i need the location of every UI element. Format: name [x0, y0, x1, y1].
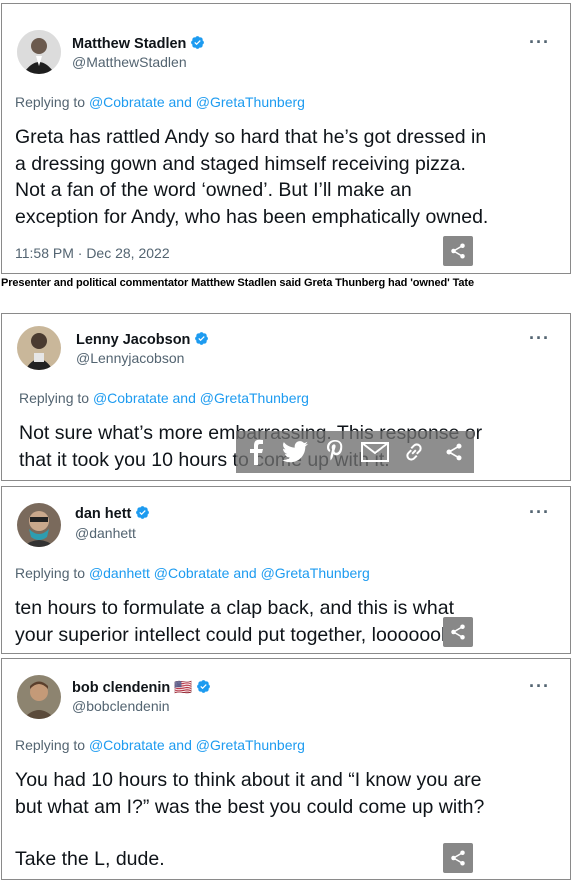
display-name[interactable]: Matthew Stadlen: [72, 35, 205, 52]
verified-badge-icon: [190, 35, 205, 50]
verified-badge-icon: [135, 505, 150, 520]
more-options-icon[interactable]: ···: [529, 32, 550, 53]
share-icon: [449, 242, 467, 260]
reply-context: Replying to @danhett @Cobratate and @Gre…: [15, 565, 370, 581]
reply-context: Replying to @Cobratate and @GretaThunber…: [15, 737, 305, 753]
share-button[interactable]: [443, 843, 473, 873]
share-more-button[interactable]: [438, 436, 470, 468]
share-icon: [449, 623, 467, 641]
reply-mentions[interactable]: @danhett @Cobratate and @GretaThunberg: [89, 565, 370, 581]
facebook-icon: [249, 439, 263, 465]
copy-link-button[interactable]: [398, 436, 430, 468]
flag-icon: 🇺🇸: [174, 680, 193, 696]
display-name-text: Matthew Stadlen: [72, 36, 187, 52]
more-options-icon[interactable]: ···: [529, 676, 550, 697]
user-handle[interactable]: @Lennyjacobson: [76, 350, 184, 366]
verified-badge-icon: [196, 679, 211, 694]
tweet-card[interactable]: dan hett @danhett ··· Replying to @danhe…: [1, 486, 571, 654]
share-icon: [444, 442, 464, 462]
tweet-text-line: but what am I?” was the best you could c…: [15, 795, 485, 818]
pinterest-share-button[interactable]: [319, 436, 351, 468]
reply-prefix: Replying to: [15, 94, 89, 110]
tweet-text-line: your superior intellect could put togeth…: [15, 623, 446, 646]
display-name[interactable]: Lenny Jacobson: [76, 331, 209, 348]
user-handle[interactable]: @bobclendenin: [72, 698, 170, 714]
display-name[interactable]: bob clendenin 🇺🇸: [72, 679, 211, 696]
reply-context: Replying to @Cobratate and @GretaThunber…: [19, 390, 309, 406]
tweet-text-line: Not a fan of the word ‘owned’. But I’ll …: [15, 179, 412, 201]
more-options-icon[interactable]: ···: [529, 328, 550, 349]
tweet-text-line: You had 10 hours to think about it and “…: [15, 769, 482, 791]
user-handle[interactable]: @danhett: [75, 525, 136, 541]
avatar[interactable]: [17, 30, 61, 74]
reply-mentions[interactable]: @Cobratate and @GretaThunberg: [89, 94, 305, 110]
display-name-text: dan hett: [75, 506, 132, 522]
timestamp[interactable]: 11:58 PM · Dec 28, 2022: [15, 245, 170, 261]
tweet-text: You had 10 hours to think about it and “…: [15, 767, 484, 873]
social-share-bar: [236, 431, 474, 473]
user-handle[interactable]: @MatthewStadlen: [72, 54, 187, 70]
tweet-text-line: exception for Andy, who has been emphati…: [15, 205, 489, 228]
link-icon: [406, 443, 423, 461]
avatar[interactable]: [17, 326, 61, 370]
share-icon: [449, 849, 467, 867]
image-caption: Presenter and political commentator Matt…: [1, 277, 474, 289]
email-icon: [360, 442, 389, 462]
tweet-text-line: Greta has rattled Andy so hard that he’s…: [15, 126, 487, 148]
reply-prefix: Replying to: [19, 390, 93, 406]
reply-prefix: Replying to: [15, 737, 89, 753]
display-name-text: Lenny Jacobson: [76, 332, 191, 348]
tweet-text-line: Take the L, dude.: [15, 848, 165, 870]
tweet-card[interactable]: Matthew Stadlen @MatthewStadlen ··· Repl…: [1, 3, 571, 274]
share-button[interactable]: [443, 617, 473, 647]
share-button[interactable]: [443, 236, 473, 266]
more-options-icon[interactable]: ···: [529, 502, 550, 523]
display-name[interactable]: dan hett: [75, 505, 150, 522]
avatar[interactable]: [17, 675, 61, 719]
avatar[interactable]: [17, 503, 61, 547]
twitter-share-button[interactable]: [279, 436, 311, 468]
reply-mentions[interactable]: @Cobratate and @GretaThunberg: [93, 390, 309, 406]
tweet-text: ten hours to formulate a clap back, and …: [15, 595, 454, 648]
reply-prefix: Replying to: [15, 565, 89, 581]
twitter-icon: [282, 441, 309, 463]
tweet-text-line: ten hours to formulate a clap back, and …: [15, 597, 454, 619]
tweet-text: Greta has rattled Andy so hard that he’s…: [15, 124, 488, 230]
email-share-button[interactable]: [359, 436, 391, 468]
facebook-share-button[interactable]: [240, 436, 272, 468]
verified-badge-icon: [194, 331, 209, 346]
reply-mentions[interactable]: @Cobratate and @GretaThunberg: [89, 737, 305, 753]
tweet-text-line: a dressing gown and staged himself recei…: [15, 152, 466, 175]
tweet-card[interactable]: bob clendenin 🇺🇸 @bobclendenin ··· Reply…: [1, 658, 571, 880]
reply-context: Replying to @Cobratate and @GretaThunber…: [15, 94, 305, 110]
tweet-text-line: [15, 820, 484, 846]
pinterest-icon: [327, 440, 343, 461]
display-name-text: bob clendenin: [72, 680, 171, 696]
